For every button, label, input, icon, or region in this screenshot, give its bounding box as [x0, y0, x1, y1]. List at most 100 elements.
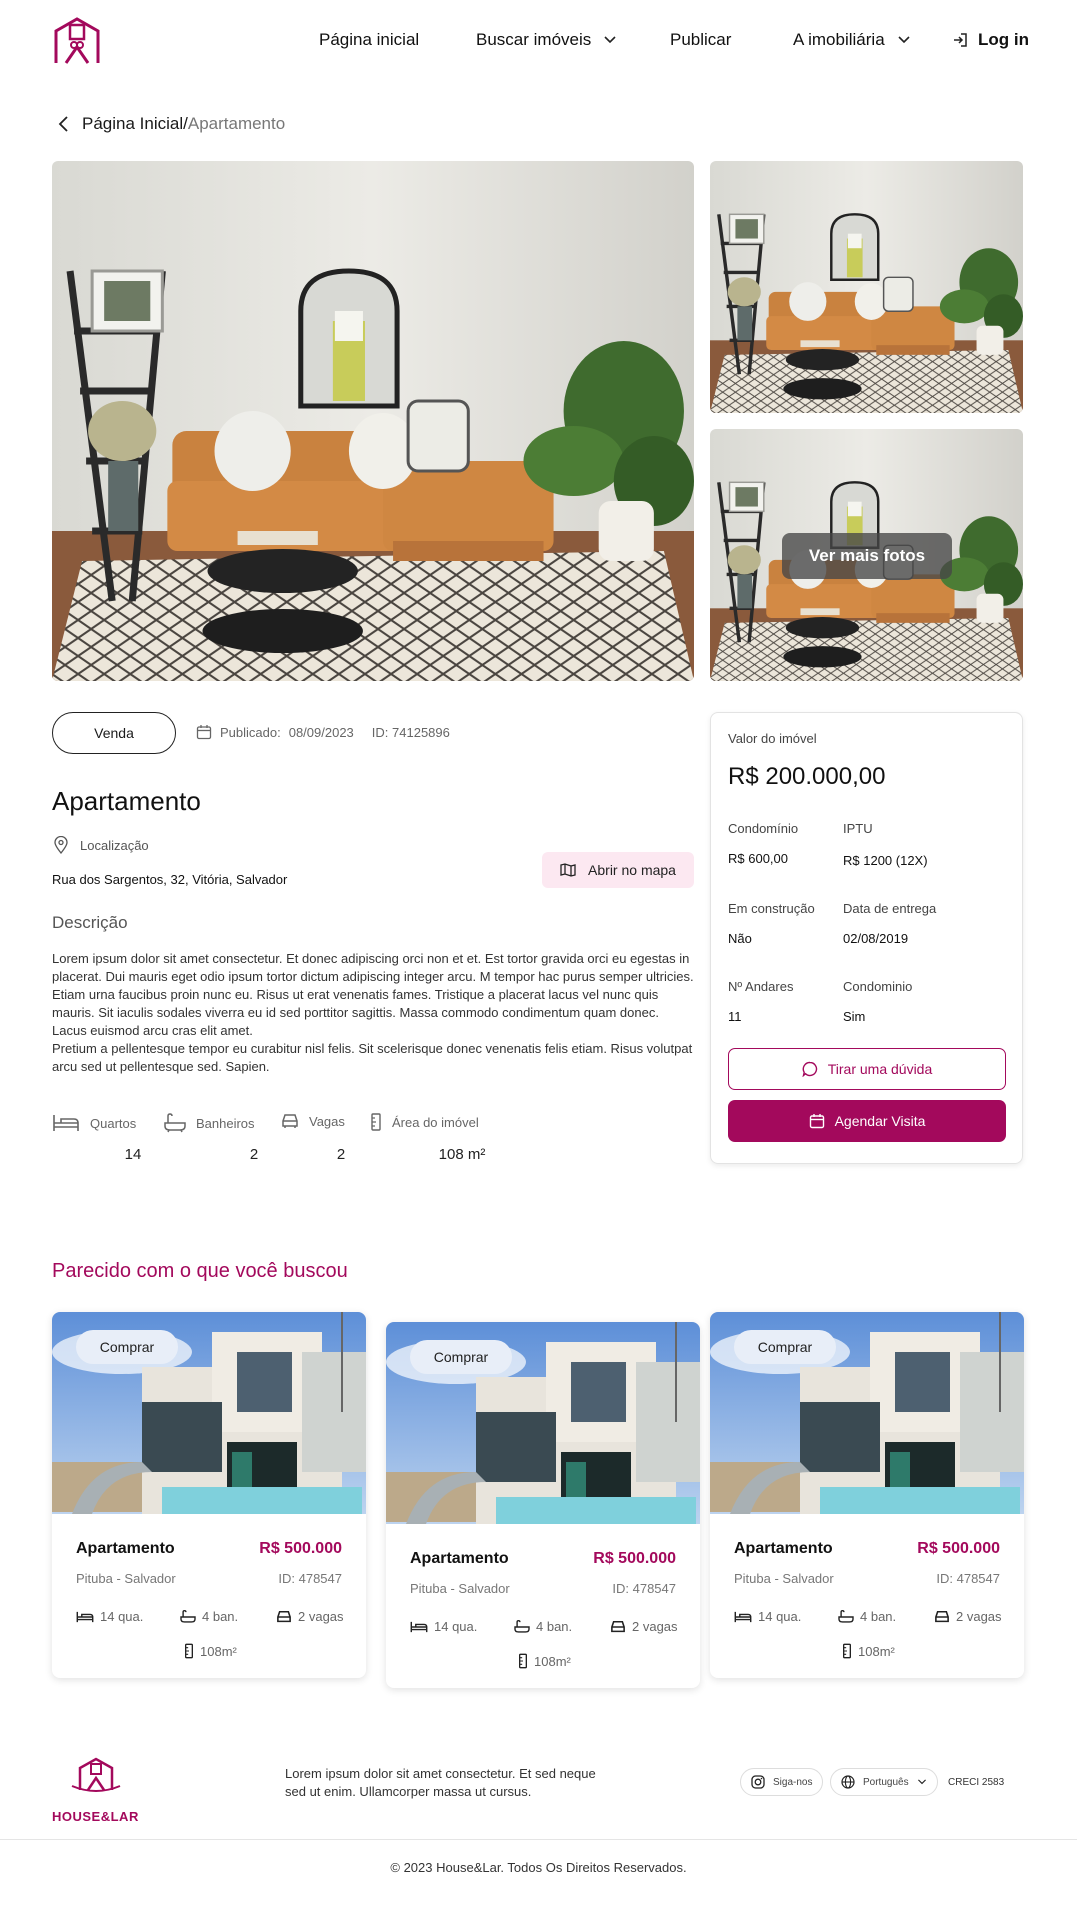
condo-label: Condomínio	[728, 821, 799, 836]
property-baths-label: 4 ban.	[202, 1609, 239, 1624]
footer-logo-text: HOUSE&LAR	[52, 1809, 139, 1824]
feature-parking-label: Vagas	[309, 1113, 345, 1129]
iptu-label: IPTU	[843, 821, 873, 836]
ask-question-label: Tirar uma dúvida	[827, 1061, 933, 1077]
schedule-visit-button[interactable]: Agendar Visita	[728, 1100, 1006, 1142]
bed-icon	[410, 1621, 428, 1632]
published-label: Publicado:	[220, 724, 281, 740]
property-parking-label: 2 vagas	[632, 1619, 678, 1634]
page-title: Apartamento	[52, 786, 201, 816]
property-area: 108m²	[518, 1653, 571, 1669]
car-icon	[282, 1114, 298, 1128]
property-parking: 2 vagas	[934, 1609, 1002, 1624]
ask-question-button[interactable]: Tirar uma dúvida	[728, 1048, 1006, 1090]
property-baths-label: 4 ban.	[860, 1609, 897, 1624]
login-button[interactable]: Log in	[952, 30, 1029, 50]
feature-bedrooms: Quartos	[52, 1113, 136, 1133]
property-title: Apartamento	[76, 1540, 175, 1557]
login-label: Log in	[978, 30, 1029, 49]
thumb-photo-1[interactable]	[710, 161, 1023, 413]
bathtub-icon	[514, 1619, 530, 1633]
open-map-label: Abrir no mapa	[588, 862, 676, 878]
condo2-value: Sim	[843, 1009, 866, 1024]
breadcrumb-current: Apartamento	[187, 114, 286, 133]
construction-label: Em construção	[728, 901, 815, 916]
property-location: Pituba - Salvador	[76, 1571, 176, 1586]
property-baths-label: 4 ban.	[536, 1619, 573, 1634]
social-button[interactable]: Siga-nos	[740, 1768, 824, 1796]
footer-logo[interactable]: HOUSE&LAR	[52, 1756, 144, 1824]
listing-meta: Publicado: 08/09/2023 ID: 74125896	[196, 724, 450, 740]
ruler-icon	[185, 1643, 193, 1659]
main-photo[interactable]	[52, 161, 694, 681]
nav-publish[interactable]: Publicar	[670, 30, 731, 50]
property-baths: 4 ban.	[838, 1609, 896, 1624]
condo-value: R$ 600,00	[728, 851, 788, 866]
feature-bathrooms-label: Banheiros	[196, 1115, 255, 1131]
property-tag[interactable]: Comprar	[734, 1330, 836, 1364]
description-paragraph-1: Lorem ipsum dolor sit amet consectetur. …	[52, 951, 694, 1038]
property-card[interactable]: Comprar Apartamento R$ 500.000 Pituba - …	[52, 1312, 366, 1678]
property-price: R$ 500.000	[917, 1540, 1000, 1557]
back-arrow-icon[interactable]	[56, 115, 72, 133]
feature-bathrooms: Banheiros	[164, 1113, 255, 1133]
property-rooms: 14 qua.	[734, 1609, 801, 1624]
property-area-label: 108m²	[858, 1643, 895, 1659]
car-icon	[277, 1610, 291, 1622]
price-value: R$ 200.000,00	[728, 763, 886, 790]
bathtub-icon	[838, 1609, 854, 1623]
login-icon	[954, 33, 967, 47]
property-area: 108m²	[842, 1643, 895, 1659]
nav-publish-label: Publicar	[670, 30, 732, 49]
property-tag[interactable]: Comprar	[76, 1330, 178, 1364]
nav-agency[interactable]: A imobiliária	[793, 30, 911, 50]
property-location: Pituba - Salvador	[734, 1571, 834, 1586]
property-rooms-label: 14 qua.	[758, 1609, 802, 1624]
description-paragraph-2: Pretium a pellentesque tempor eu curabit…	[52, 1041, 693, 1074]
open-map-button[interactable]: Abrir no mapa	[542, 852, 694, 888]
feature-area-value: 108 m²	[438, 1146, 486, 1163]
construction-value: Não	[728, 931, 752, 946]
nav-home[interactable]: Página inicial	[319, 30, 419, 50]
delivery-value: 02/08/2019	[843, 931, 909, 946]
house-logo-icon	[54, 17, 100, 64]
property-title: Apartamento	[410, 1550, 509, 1567]
feature-bedrooms-value: 14	[124, 1146, 142, 1163]
property-parking-label: 2 vagas	[298, 1609, 344, 1624]
property-rooms-label: 14 qua.	[100, 1609, 144, 1624]
property-price: R$ 500.000	[259, 1540, 342, 1557]
price-label: Valor do imóvel	[728, 731, 817, 746]
location-pin-icon	[54, 836, 68, 854]
property-rooms: 14 qua.	[76, 1609, 143, 1624]
chevron-down-icon	[898, 36, 910, 44]
property-rooms: 14 qua.	[410, 1619, 477, 1634]
property-price: R$ 500.000	[593, 1550, 676, 1567]
address: Rua dos Sargentos, 32, Vitória, Salvador	[52, 872, 288, 887]
property-card[interactable]: Comprar Apartamento R$ 500.000 Pituba - …	[710, 1312, 1024, 1678]
nav-home-label: Página inicial	[319, 30, 420, 49]
property-id: ID: 478547	[612, 1581, 676, 1596]
creci-number: CRECI 2583	[948, 1777, 1005, 1788]
property-tag[interactable]: Comprar	[410, 1340, 512, 1374]
property-card[interactable]: Comprar Apartamento R$ 500.000 Pituba - …	[386, 1322, 700, 1688]
chevron-down-icon	[917, 1779, 926, 1785]
map-icon	[560, 863, 576, 877]
footer-text: Lorem ipsum dolor sit amet consectetur. …	[285, 1766, 596, 1799]
breadcrumb: Página Inicial / Apartamento	[56, 114, 285, 134]
condo2-label: Condominio	[843, 979, 913, 994]
breadcrumb-home[interactable]: Página Inicial	[82, 114, 183, 134]
property-location: Pituba - Salvador	[410, 1581, 510, 1596]
ruler-icon	[371, 1113, 381, 1131]
nav-search-label: Buscar imóveis	[476, 30, 592, 49]
property-baths: 4 ban.	[180, 1609, 238, 1624]
logo[interactable]	[52, 17, 102, 65]
more-photos-button[interactable]: Ver mais fotos	[782, 533, 952, 579]
nav-search[interactable]: Buscar imóveis	[476, 30, 617, 50]
property-area-label: 108m²	[200, 1643, 237, 1659]
bathtub-icon	[180, 1609, 196, 1623]
language-select[interactable]: Português	[830, 1768, 938, 1796]
feature-area: Área do imóvel	[370, 1113, 479, 1131]
listing-type-badge[interactable]: Venda	[52, 712, 176, 754]
chevron-down-icon	[604, 36, 616, 44]
feature-bedrooms-label: Quartos	[90, 1115, 137, 1131]
